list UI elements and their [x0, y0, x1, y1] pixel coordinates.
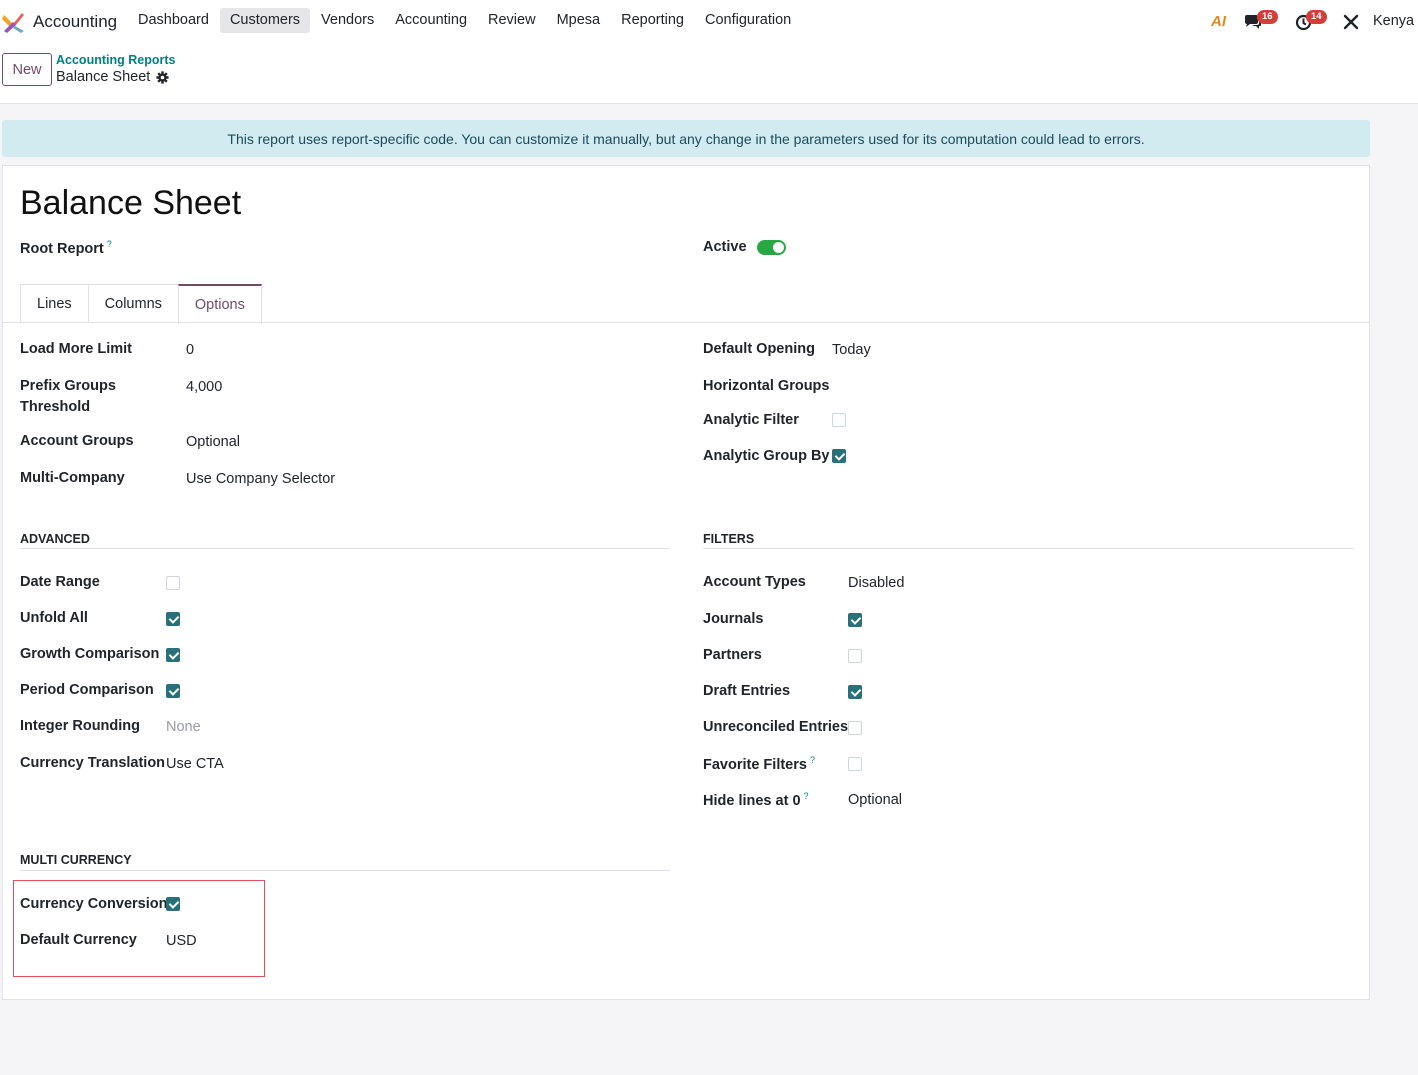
activities-count-badge: 14: [1306, 10, 1327, 24]
multi-company-value[interactable]: Use Company Selector: [186, 471, 335, 487]
section-advanced-divider: [20, 548, 670, 549]
root-report-label: Root Report?: [20, 239, 112, 257]
tab-options[interactable]: Options: [177, 284, 262, 324]
gear-icon[interactable]: [156, 70, 169, 84]
activities-button[interactable]: 14: [1295, 10, 1329, 34]
app-name[interactable]: Accounting: [33, 12, 117, 32]
breadcrumb-current-label: Balance Sheet: [56, 69, 151, 85]
highlight-box: [13, 880, 265, 977]
tab-lines[interactable]: Lines: [20, 284, 89, 323]
company-switcher[interactable]: Kenya I: [1373, 13, 1418, 29]
help-mark[interactable]: ?: [810, 755, 815, 765]
section-filters-divider: [703, 548, 1354, 549]
analytic-group-by-checkbox[interactable]: [832, 449, 846, 463]
active-toggle[interactable]: [757, 240, 786, 255]
load-more-limit-value[interactable]: 0: [186, 342, 194, 358]
section-filters-title: FILTERS: [703, 532, 755, 546]
active-label: Active: [703, 239, 747, 255]
help-mark[interactable]: ?: [107, 239, 112, 249]
alert-text: This report uses report-specific code. Y…: [227, 130, 1145, 147]
hide-lines-at-0-value[interactable]: Optional: [848, 792, 902, 808]
menu-vendors[interactable]: Vendors: [311, 8, 384, 33]
prefix-groups-threshold-value[interactable]: 4,000: [186, 379, 222, 395]
unreconciled-entries-label: Unreconciled Entries: [703, 719, 849, 735]
period-comparison-label: Period Comparison: [20, 682, 154, 698]
account-groups-label: Account Groups: [20, 433, 134, 449]
favorite-filters-label-text: Favorite Filters: [703, 756, 807, 773]
breadcrumb-current: Balance Sheet: [56, 69, 169, 85]
horizontal-groups-label: Horizontal Groups: [703, 378, 830, 394]
unfold-all-label: Unfold All: [20, 610, 88, 626]
analytic-group-by-label: Analytic Group By: [703, 448, 830, 464]
journals-checkbox[interactable]: [848, 613, 862, 627]
account-groups-value[interactable]: Optional: [186, 434, 240, 450]
analytic-filter-label: Analytic Filter: [703, 412, 799, 428]
multi-company-label: Multi-Company: [20, 470, 125, 486]
ai-button[interactable]: AI: [1211, 13, 1226, 30]
section-multi-currency-divider: [20, 870, 670, 871]
accounting-app-icon[interactable]: [2, 11, 24, 33]
report-title[interactable]: Balance Sheet: [20, 184, 241, 223]
form-sheet: Balance Sheet Root Report? Active Lines …: [2, 165, 1370, 1000]
partners-checkbox[interactable]: [848, 649, 862, 663]
messages-button[interactable]: 16: [1243, 10, 1278, 34]
unreconciled-entries-checkbox[interactable]: [848, 721, 862, 735]
menu-review[interactable]: Review: [478, 8, 546, 33]
growth-comparison-label: Growth Comparison: [20, 646, 160, 662]
date-range-checkbox[interactable]: [166, 576, 180, 590]
menu-mpesa[interactable]: Mpesa: [547, 8, 611, 33]
menu-configuration[interactable]: Configuration: [695, 8, 801, 33]
menu-accounting[interactable]: Accounting: [385, 8, 477, 33]
partners-label: Partners: [703, 647, 762, 663]
growth-comparison-checkbox[interactable]: [166, 648, 180, 662]
default-opening-value[interactable]: Today: [832, 342, 871, 358]
integer-rounding-value[interactable]: None: [166, 719, 201, 735]
prefix-groups-label-line2: Threshold: [20, 399, 91, 415]
menu-reporting[interactable]: Reporting: [611, 8, 694, 33]
unfold-all-checkbox[interactable]: [166, 612, 180, 626]
integer-rounding-label: Integer Rounding: [20, 718, 141, 734]
currency-translation-label: Currency Translation: [20, 755, 166, 771]
help-mark[interactable]: ?: [804, 791, 809, 801]
info-alert: This report uses report-specific code. Y…: [2, 120, 1370, 157]
journals-label: Journals: [703, 611, 764, 627]
draft-entries-label: Draft Entries: [703, 683, 791, 699]
new-button[interactable]: New: [2, 53, 52, 86]
analytic-filter-checkbox[interactable]: [832, 413, 846, 427]
messages-count-badge: 16: [1257, 10, 1278, 24]
control-panel: New Accounting Reports Balance Sheet: [0, 44, 1418, 104]
currency-translation-value[interactable]: Use CTA: [166, 756, 224, 772]
date-range-label: Date Range: [20, 574, 100, 590]
load-more-limit-label: Load More Limit: [20, 341, 132, 357]
main-menu: Dashboard Customers Vendors Accounting R…: [128, 8, 802, 33]
tab-divider: [3, 322, 1369, 323]
section-multi-currency-title: MULTI CURRENCY: [20, 853, 132, 867]
tools-icon[interactable]: [1343, 14, 1359, 30]
top-navbar: Accounting Dashboard Customers Vendors A…: [0, 0, 1418, 44]
default-opening-label: Default Opening: [703, 341, 815, 357]
section-advanced-title: ADVANCED: [20, 532, 90, 546]
breadcrumb-parent-link[interactable]: Accounting Reports: [56, 53, 175, 67]
hide-lines-at-0-label-text: Hide lines at 0: [703, 792, 801, 809]
menu-customers[interactable]: Customers: [219, 8, 311, 33]
tab-columns[interactable]: Columns: [87, 284, 179, 323]
favorite-filters-label: Favorite Filters?: [703, 755, 815, 773]
root-report-label-text: Root Report: [20, 240, 104, 257]
account-types-value[interactable]: Disabled: [848, 575, 904, 591]
menu-dashboard[interactable]: Dashboard: [128, 8, 219, 33]
account-types-label: Account Types: [703, 574, 806, 590]
notebook-tabs: Lines Columns Options: [20, 284, 262, 324]
prefix-groups-label-line1: Prefix Groups: [20, 378, 116, 394]
draft-entries-checkbox[interactable]: [848, 685, 862, 699]
favorite-filters-checkbox[interactable]: [848, 757, 862, 771]
hide-lines-at-0-label: Hide lines at 0?: [703, 791, 809, 809]
period-comparison-checkbox[interactable]: [166, 684, 180, 698]
